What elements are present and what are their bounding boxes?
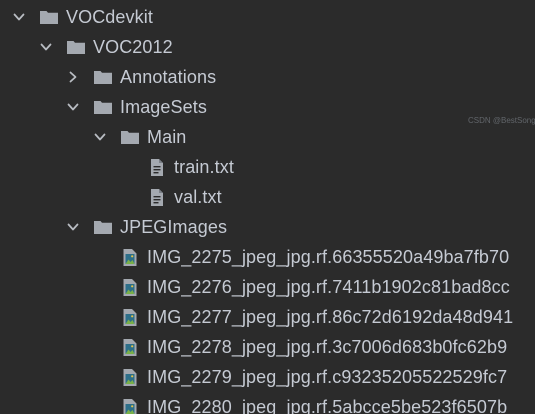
tree-item-vocdevkit[interactable]: VOCdevkit — [0, 2, 535, 32]
folder-icon — [92, 68, 114, 86]
folder-icon — [119, 128, 141, 146]
tree-item-imagesets[interactable]: ImageSets — [0, 92, 535, 122]
chevron-right-icon[interactable] — [64, 68, 82, 86]
tree-item-image-file[interactable]: IMG_2276_jpeg_jpg.rf.7411b1902c81bad8cc — [0, 272, 535, 302]
image-file-icon — [119, 368, 141, 386]
chevron-down-icon[interactable] — [64, 98, 82, 116]
tree-item-label: IMG_2279_jpeg_jpg.rf.c93235205522529fc7 — [147, 367, 508, 387]
tree-item-label: JPEGImages — [120, 217, 228, 237]
tree-item-val-txt[interactable]: val.txt — [0, 182, 535, 212]
tree-item-voc2012[interactable]: VOC2012 — [0, 32, 535, 62]
tree-item-label: ImageSets — [120, 97, 207, 117]
image-file-icon — [119, 398, 141, 414]
watermark: CSDN @BestSongC — [468, 116, 535, 125]
folder-icon — [38, 8, 60, 26]
tree-item-image-file[interactable]: IMG_2279_jpeg_jpg.rf.c93235205522529fc7 — [0, 362, 535, 392]
tree-item-label: Main — [147, 127, 187, 147]
tree-item-jpegimages[interactable]: JPEGImages — [0, 212, 535, 242]
tree-item-label: IMG_2275_jpeg_jpg.rf.66355520a49ba7fb70 — [147, 247, 510, 267]
chevron-down-icon[interactable] — [91, 128, 109, 146]
tree-item-image-file[interactable]: IMG_2277_jpeg_jpg.rf.86c72d6192da48d941 — [0, 302, 535, 332]
folder-icon — [92, 98, 114, 116]
chevron-down-icon[interactable] — [64, 218, 82, 236]
text-file-icon — [146, 158, 168, 176]
tree-item-image-file[interactable]: IMG_2280_jpeg_jpg.rf.5abcce5be523f6507b — [0, 392, 535, 414]
tree-item-annotations[interactable]: Annotations — [0, 62, 535, 92]
image-file-icon — [119, 248, 141, 266]
tree-item-image-file[interactable]: IMG_2275_jpeg_jpg.rf.66355520a49ba7fb70 — [0, 242, 535, 272]
tree-item-label: train.txt — [174, 157, 234, 177]
tree-item-image-file[interactable]: IMG_2278_jpeg_jpg.rf.3c7006d683b0fc62b9 — [0, 332, 535, 362]
tree-item-label: IMG_2276_jpeg_jpg.rf.7411b1902c81bad8cc — [147, 277, 510, 297]
folder-icon — [65, 38, 87, 56]
tree-item-label: VOCdevkit — [66, 7, 153, 27]
text-file-icon — [146, 188, 168, 206]
tree-item-train-txt[interactable]: train.txt — [0, 152, 535, 182]
tree-item-label: val.txt — [174, 187, 222, 207]
image-file-icon — [119, 278, 141, 296]
folder-icon — [92, 218, 114, 236]
tree-item-main[interactable]: Main — [0, 122, 535, 152]
tree-item-label: Annotations — [120, 67, 217, 87]
image-file-icon — [119, 338, 141, 356]
chevron-down-icon[interactable] — [37, 38, 55, 56]
image-file-icon — [119, 308, 141, 326]
tree-item-label: VOC2012 — [93, 37, 173, 57]
tree-item-label: IMG_2278_jpeg_jpg.rf.3c7006d683b0fc62b9 — [147, 337, 508, 357]
tree-item-label: IMG_2277_jpeg_jpg.rf.86c72d6192da48d941 — [147, 307, 514, 327]
chevron-down-icon[interactable] — [10, 8, 28, 26]
tree-item-label: IMG_2280_jpeg_jpg.rf.5abcce5be523f6507b — [147, 397, 508, 414]
project-file-tree: VOCdevkit VOC2012 Annotations ImageSets — [0, 0, 535, 414]
